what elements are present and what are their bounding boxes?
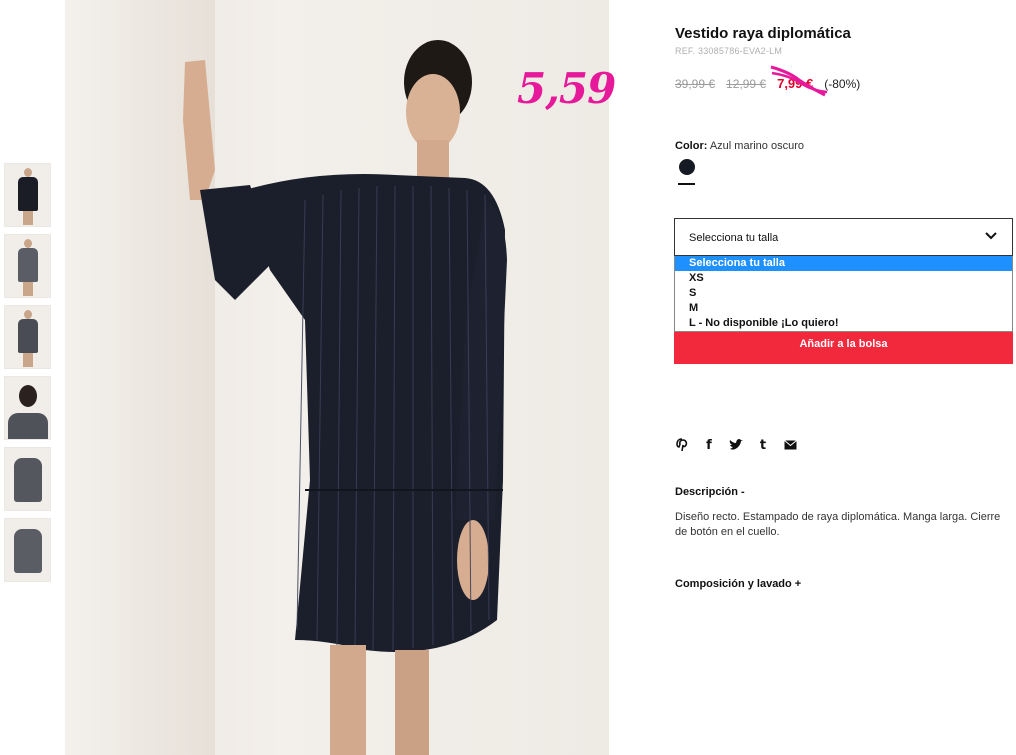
size-option-s[interactable]: S (675, 286, 1012, 301)
price-original: 39,99 € (675, 76, 716, 91)
color-swatch-navy[interactable] (679, 159, 695, 175)
size-select[interactable]: Selecciona tu talla (674, 218, 1013, 256)
size-select-value: Selecciona tu talla (689, 232, 779, 244)
thumbnail-full[interactable] (4, 234, 51, 298)
thumbnail-flat-back[interactable] (4, 518, 51, 582)
facebook-icon[interactable]: f (702, 438, 716, 453)
thumbnail-gallery (4, 163, 52, 589)
handwritten-price: 5,59 (517, 64, 616, 113)
chevron-down-icon (985, 232, 997, 240)
pinterest-icon[interactable] (675, 438, 689, 452)
product-title: Vestido raya diplomática (675, 25, 851, 42)
size-option-placeholder[interactable]: Selecciona tu talla (675, 256, 1012, 271)
size-option-m[interactable]: M (675, 301, 1012, 316)
composition-toggle[interactable]: Composición y lavado + (675, 578, 801, 590)
price-previous: 12,99 € (726, 76, 767, 91)
price-sale: 7,99 € (770, 65, 828, 97)
color-selector-label: Color: Azul marino oscuro (675, 140, 804, 152)
price-row: 39,99 € 12,99 € 7,99 € (-80%) (675, 65, 861, 97)
model-illustration (183, 40, 507, 755)
color-label: Color: (675, 140, 708, 152)
tumblr-icon[interactable]: t (756, 438, 770, 453)
twitter-icon[interactable] (729, 438, 743, 452)
product-reference: REF. 33085786-EVA2-LM (675, 46, 783, 56)
thumbnail-front[interactable] (4, 163, 51, 227)
handwritten-strike-mark (770, 65, 828, 97)
description-text: Diseño recto. Estampado de raya diplomát… (675, 511, 1001, 538)
thumbnail-flat-front[interactable] (4, 447, 51, 511)
thumbnail-back[interactable] (4, 376, 51, 440)
email-icon[interactable] (783, 438, 797, 452)
share-icons: f t (675, 438, 797, 453)
product-main-image (65, 0, 609, 755)
size-option-l[interactable]: L - No disponible ¡Lo quiero! (675, 316, 1012, 331)
size-options-list: Selecciona tu talla XS S M L - No dispon… (674, 256, 1013, 332)
description-toggle[interactable]: Descripción - (675, 486, 745, 498)
swatch-selected-indicator (678, 183, 695, 185)
thumbnail-side[interactable] (4, 305, 51, 369)
color-value: Azul marino oscuro (709, 140, 804, 152)
discount-percent: (-80%) (824, 76, 861, 91)
add-to-bag-button[interactable]: Añadir a la bolsa (674, 332, 1013, 364)
size-option-xs[interactable]: XS (675, 271, 1012, 286)
